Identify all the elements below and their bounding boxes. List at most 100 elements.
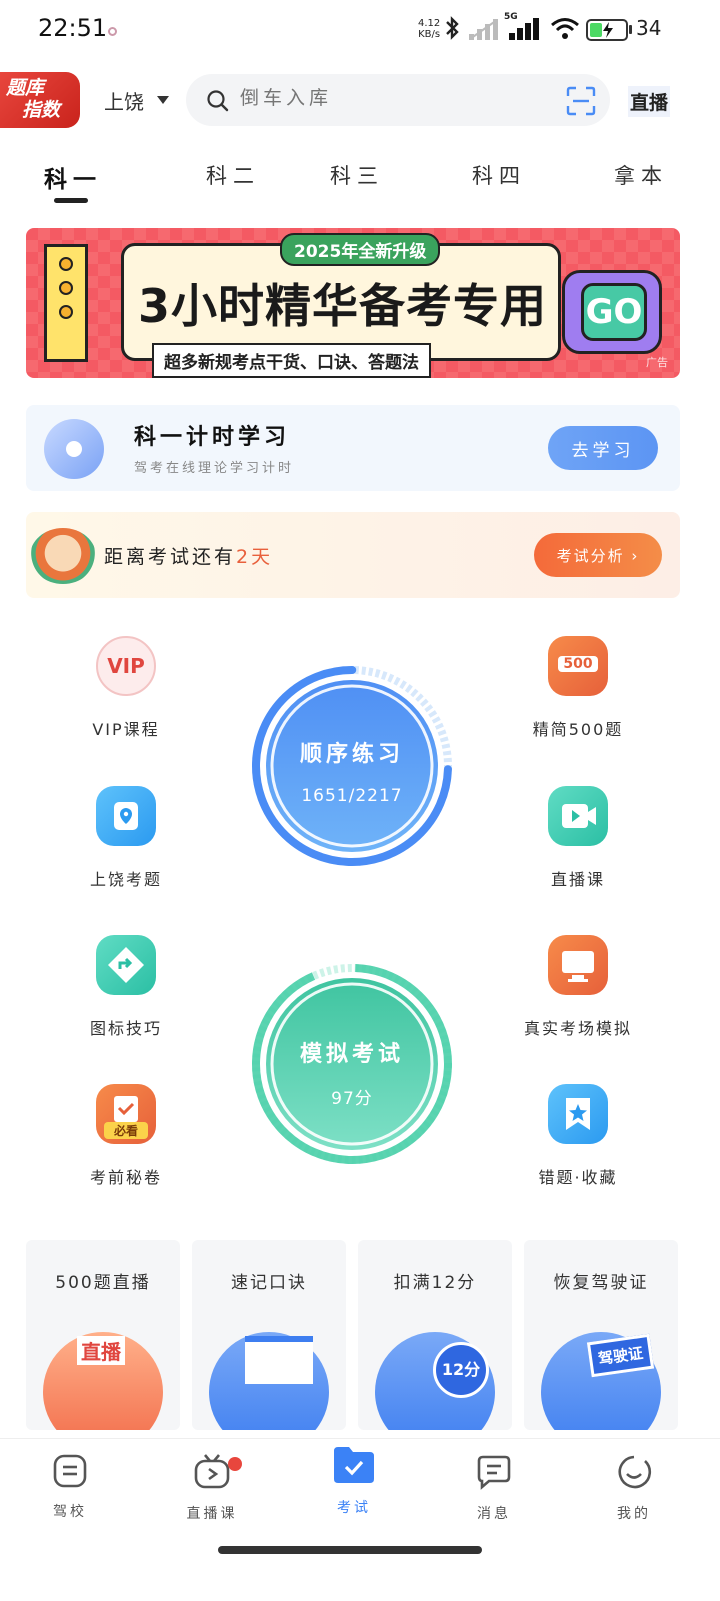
tab-license[interactable]: 拿本 <box>614 160 668 190</box>
vip-course-label: VIP课程 <box>92 720 160 739</box>
countdown-text: 距离考试还有2天 <box>104 542 273 569</box>
nav-profile-label: 我的 <box>617 1506 651 1522</box>
nav-exam[interactable]: 考试 <box>304 1443 404 1517</box>
mnemonics-illustration <box>209 1332 329 1430</box>
exam-title: 模拟考试 <box>299 1042 404 1067</box>
tab-active-indicator <box>54 198 88 203</box>
pre-exam-paper-item[interactable]: 必看 考前秘卷 <box>56 1084 196 1188</box>
exam-analysis-label: 考试分析 <box>556 546 625 565</box>
notification-badge <box>228 1457 242 1471</box>
simplified-500-label: 精简500题 <box>532 720 624 739</box>
tv-icon <box>194 1454 230 1489</box>
exam-paper-icon: 必看 <box>96 1084 156 1144</box>
points-illustration: 12分 <box>375 1332 495 1430</box>
sequential-practice-button[interactable]: 顺序练习 1651/2217 <box>250 664 454 868</box>
practice-progress: 1651/2217 <box>301 786 403 806</box>
tab-subject-3[interactable]: 科三 <box>330 160 384 190</box>
banner-go-button[interactable]: GO <box>562 270 662 354</box>
bluetooth-icon <box>446 16 459 40</box>
nav-exam-label: 考试 <box>337 1500 371 1516</box>
countdown-prefix: 距离考试还有 <box>104 546 237 568</box>
tab-subject-1[interactable]: 科一 <box>44 160 102 194</box>
card-restore-license[interactable]: 恢复驾驶证 驾驶证 <box>524 1240 678 1430</box>
status-icons: 5G <box>444 12 580 40</box>
exam-folder-icon <box>334 1447 374 1483</box>
sign-tips-item[interactable]: 图标技巧 <box>56 935 196 1039</box>
timed-study-card[interactable]: 科一计时学习 驾考在线理论学习计时 去学习 <box>26 405 680 491</box>
live-course-label: 直播课 <box>550 870 605 889</box>
banner-go-label: GO <box>581 283 647 341</box>
app-header: 题库 指数 上饶 直播 <box>0 64 720 136</box>
pre-exam-paper-label: 考前秘卷 <box>89 1168 162 1187</box>
go-study-button[interactable]: 去学习 <box>548 426 658 470</box>
nav-profile[interactable]: 我的 <box>584 1453 684 1523</box>
card-12-points-title: 扣满12分 <box>393 1273 477 1293</box>
sign-tips-label: 图标技巧 <box>89 1019 162 1038</box>
wifi-icon <box>551 18 579 39</box>
net-speed-unit: KB/s <box>418 29 441 40</box>
real-exam-sim-item[interactable]: 真实考场模拟 <box>508 935 648 1039</box>
search-bar[interactable] <box>186 74 610 126</box>
charging-bolt-icon <box>603 22 613 38</box>
nav-live-course[interactable]: 直播课 <box>162 1453 262 1523</box>
live-course-item[interactable]: 直播课 <box>508 786 648 890</box>
mock-exam-button[interactable]: 模拟考试 97分 <box>250 962 454 1166</box>
countdown-days: 2天 <box>236 546 274 568</box>
status-time: 22:51 <box>38 14 108 42</box>
badge-line1: 题库 <box>6 77 45 99</box>
card-restore-license-title: 恢复驾驶证 <box>553 1273 649 1293</box>
500-icon: 500 <box>548 636 608 696</box>
banner-subtitle: 超多新规考点干货、口诀、答题法 <box>152 343 431 378</box>
search-input[interactable] <box>240 87 530 109</box>
mistakes-favorites-label: 错题·收藏 <box>538 1168 618 1187</box>
chevron-down-icon[interactable] <box>157 96 169 104</box>
mistakes-favorites-item[interactable]: 错题·收藏 <box>508 1084 648 1188</box>
exam-analysis-button[interactable]: 考试分析 › <box>534 533 662 577</box>
notification-dot-icon <box>108 27 117 36</box>
card-mnemonics-title: 速记口诀 <box>231 1273 307 1293</box>
bottom-navigation: 驾校 直播课 考试 消息 我的 <box>0 1438 720 1601</box>
promo-banner[interactable]: 2025年全新升级 3小时精华备考专用 超多新规考点干货、口诀、答题法 GO 广… <box>26 228 680 378</box>
signal-off-icon <box>469 19 498 40</box>
tab-subject-2[interactable]: 科二 <box>206 160 260 190</box>
exam-countdown-card[interactable]: 距离考试还有2天 考试分析 › <box>26 512 680 598</box>
vip-course-item[interactable]: VIP VIP课程 <box>56 636 196 740</box>
real-exam-sim-label: 真实考场模拟 <box>523 1019 632 1038</box>
local-questions-label: 上饶考题 <box>89 870 162 889</box>
ad-label: 广告 <box>646 356 668 369</box>
location-icon <box>96 786 156 846</box>
scan-icon[interactable] <box>566 86 596 116</box>
nav-driving-school[interactable]: 驾校 <box>20 1453 120 1521</box>
city-selector[interactable]: 上饶 <box>104 86 144 115</box>
card-500-live-title: 500题直播 <box>55 1273 151 1293</box>
battery-fill <box>590 23 602 37</box>
message-icon <box>477 1455 511 1490</box>
subject-tabs: 科一 科二 科三 科四 拿本 <box>0 150 720 210</box>
card-12-points[interactable]: 扣满12分 12分 <box>358 1240 512 1430</box>
net-speed: 4.12 KB/s <box>418 18 440 40</box>
school-icon <box>53 1454 87 1488</box>
monitor-icon <box>548 935 608 995</box>
live-button[interactable]: 直播 <box>628 86 671 117</box>
question-bank-index-badge[interactable]: 题库 指数 <box>0 72 80 128</box>
nav-driving-school-label: 驾校 <box>53 1504 87 1520</box>
drum-icon <box>30 528 96 584</box>
nav-live-course-label: 直播课 <box>186 1506 238 1522</box>
license-illustration: 驾驶证 <box>541 1332 661 1430</box>
search-icon <box>207 90 229 112</box>
nav-messages-label: 消息 <box>477 1506 511 1522</box>
timed-study-subtitle: 驾考在线理论学习计时 <box>134 461 295 476</box>
simplified-500-item[interactable]: 500 精简500题 <box>508 636 648 740</box>
tab-subject-4[interactable]: 科四 <box>472 160 526 190</box>
banner-title: 3小时精华备考专用 <box>138 279 548 333</box>
battery-percent: 34 <box>636 16 662 40</box>
card-mnemonics[interactable]: 速记口诀 <box>192 1240 346 1430</box>
home-indicator[interactable] <box>218 1546 482 1554</box>
exam-score: 97分 <box>331 1089 373 1109</box>
nav-messages[interactable]: 消息 <box>444 1453 544 1523</box>
card-500-live[interactable]: 500题直播 直播 <box>26 1240 180 1430</box>
local-questions-item[interactable]: 上饶考题 <box>56 786 196 890</box>
banner-lights-panel <box>44 244 88 362</box>
battery-tip <box>629 25 632 34</box>
practice-title: 顺序练习 <box>299 742 404 767</box>
